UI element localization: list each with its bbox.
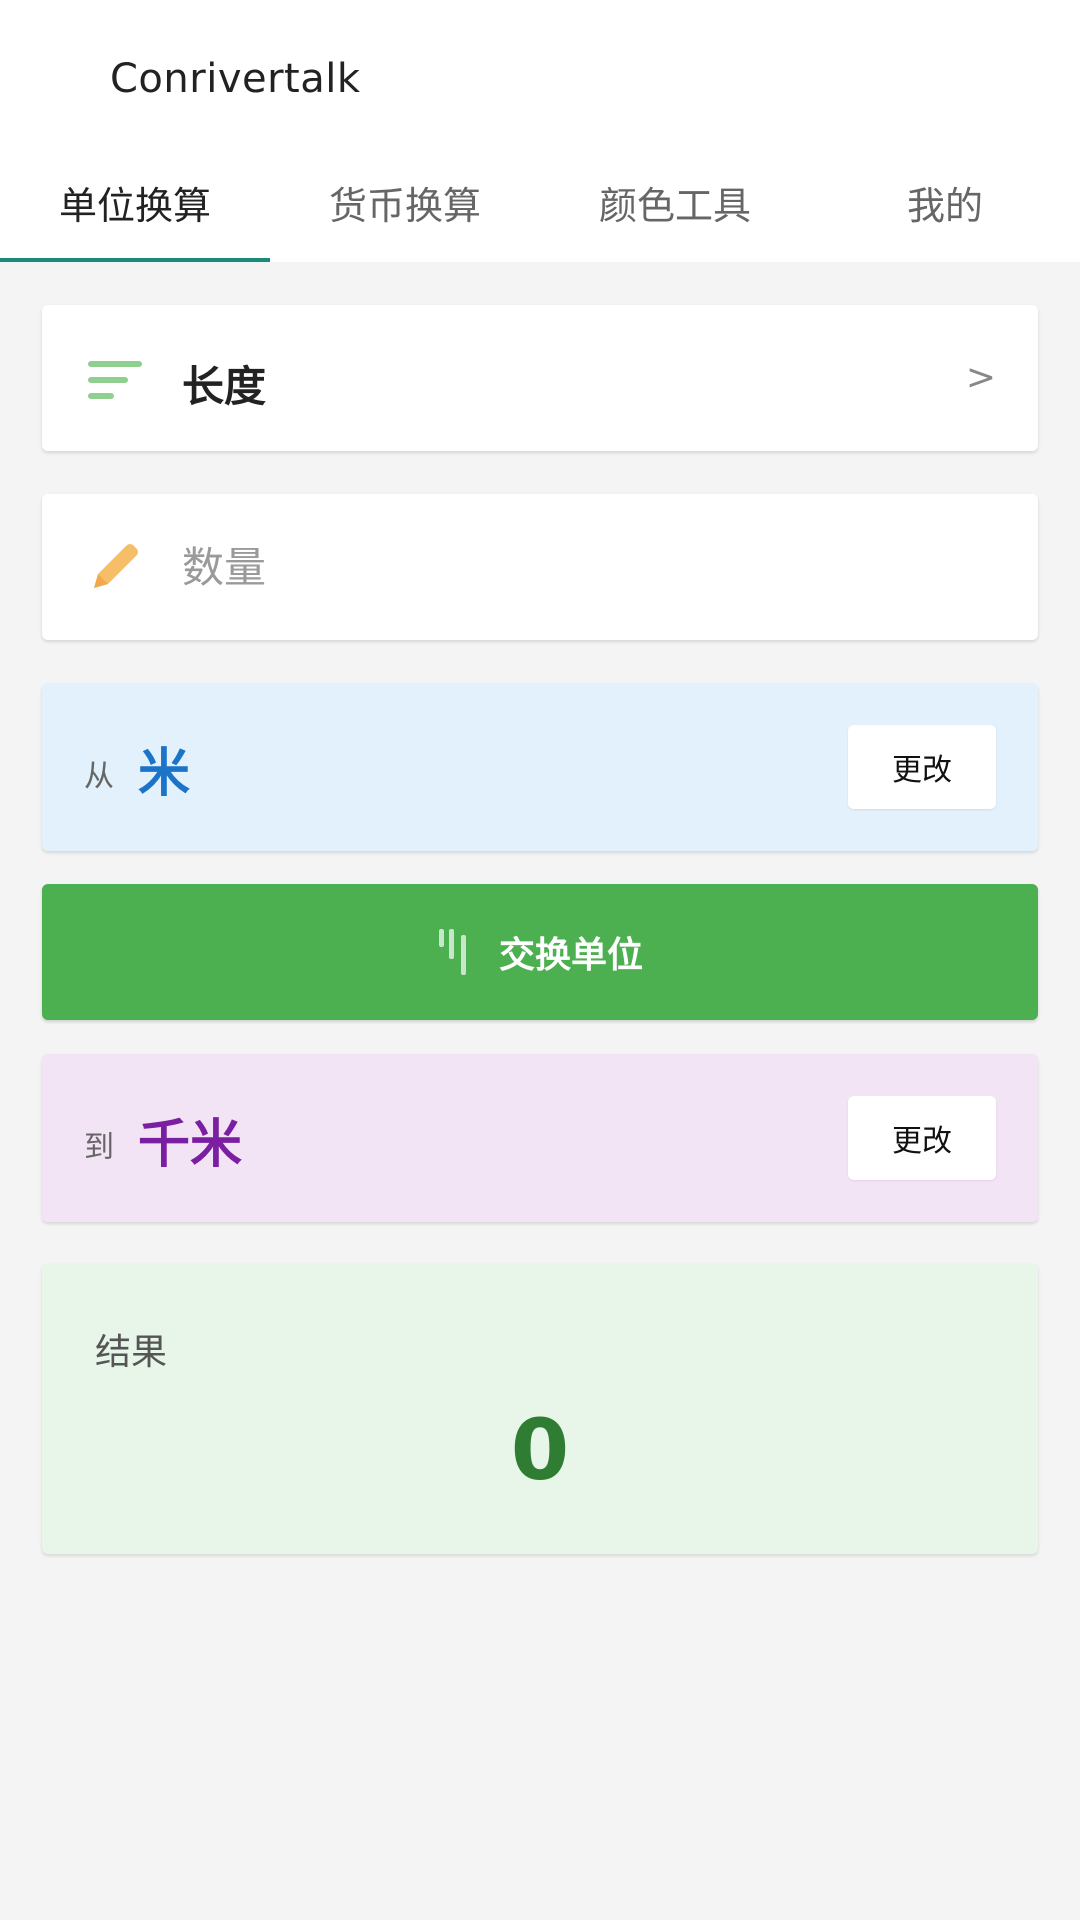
app-bar: Conrivertalk 单位换算 货币换算 颜色工具 我的: [0, 0, 1080, 262]
category-label: 长度: [182, 362, 267, 411]
from-unit-name: 米: [138, 744, 191, 804]
change-to-unit-button[interactable]: 更改: [848, 1096, 996, 1180]
swap-button-label: 交换单位: [498, 935, 643, 976]
result-label: 结果: [95, 1332, 168, 1373]
from-prefix-label: 从: [84, 759, 114, 794]
swap-units-button[interactable]: 交换单位: [42, 884, 1038, 1020]
sort-icon: [88, 361, 142, 401]
tab-label: 货币换算: [328, 184, 481, 228]
change-from-unit-button[interactable]: 更改: [848, 725, 996, 809]
to-prefix-label: 到: [84, 1130, 114, 1165]
category-selector[interactable]: 长度 >: [42, 305, 1038, 451]
tab-currency-conversion[interactable]: 货币换算: [270, 150, 540, 262]
tab-label: 我的: [906, 184, 983, 228]
quantity-input[interactable]: [180, 524, 1000, 610]
from-unit-card: 从 米 更改: [42, 683, 1038, 851]
result-card: 结果 0: [42, 1263, 1038, 1554]
pencil-icon: [94, 544, 138, 588]
quantity-field: [42, 494, 1038, 640]
result-value: 0: [510, 1401, 570, 1499]
chevron-right-icon: >: [965, 357, 996, 398]
app-title: Conrivertalk: [110, 56, 361, 102]
tab-mine[interactable]: 我的: [810, 150, 1080, 262]
active-tab-indicator: [0, 258, 270, 262]
tab-bar: 单位换算 货币换算 颜色工具 我的: [0, 150, 1080, 262]
tab-label: 单位换算: [58, 184, 211, 228]
tab-label: 颜色工具: [598, 184, 751, 228]
tab-unit-conversion[interactable]: 单位换算: [0, 150, 270, 262]
to-unit-name: 千米: [138, 1115, 243, 1175]
tab-color-tools[interactable]: 颜色工具: [540, 150, 810, 262]
swap-icon: [437, 929, 473, 975]
to-unit-card: 到 千米 更改: [42, 1054, 1038, 1222]
